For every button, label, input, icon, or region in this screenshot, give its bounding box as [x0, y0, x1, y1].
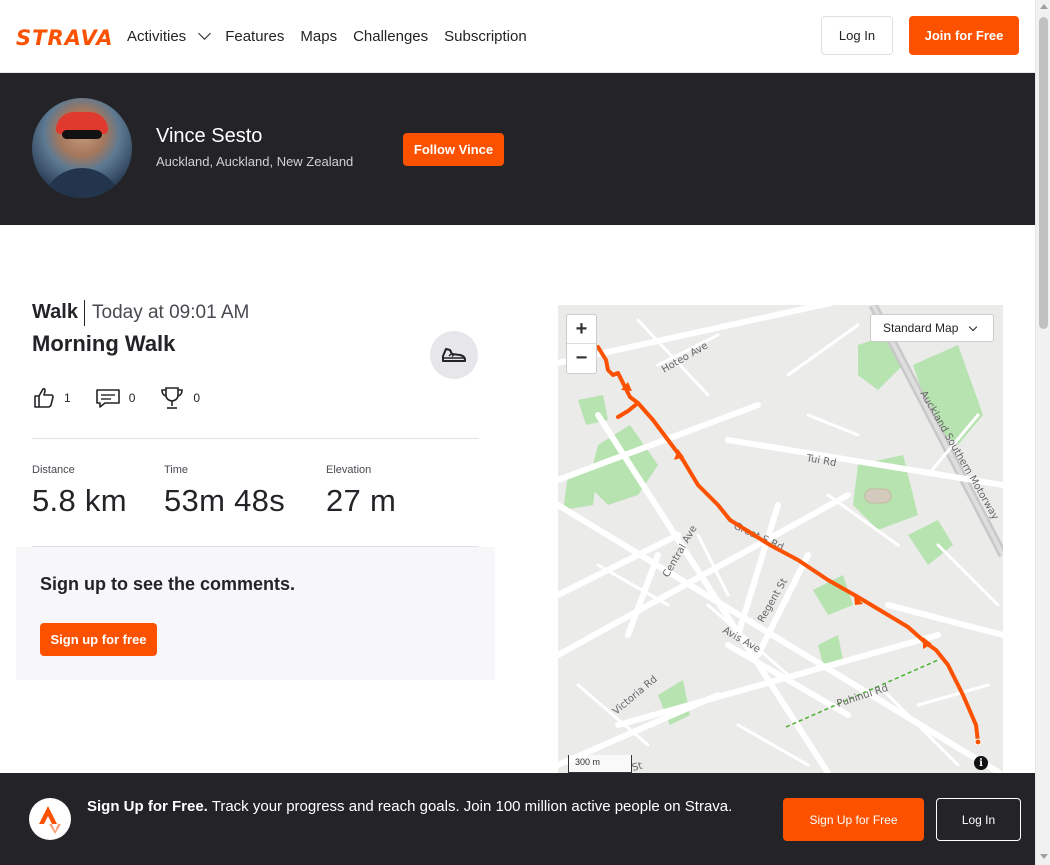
map-style-dropdown[interactable]: Standard Map	[870, 314, 994, 342]
zoom-in-button[interactable]: +	[567, 315, 596, 344]
achievements-count: 0	[193, 391, 201, 405]
signup-banner: Sign Up for Free. Track your progress an…	[0, 773, 1035, 865]
chevron-down-icon	[198, 27, 212, 40]
scrollbar[interactable]	[1035, 0, 1050, 865]
athlete-name[interactable]: Vince Sesto	[156, 125, 262, 148]
page: STRAVA Activities Features Maps Challeng…	[0, 0, 1050, 865]
achievements-button[interactable]: 0	[159, 385, 200, 411]
strava-logo[interactable]: STRAVA	[16, 26, 114, 50]
map-info-icon[interactable]: i	[974, 756, 988, 770]
stat-value: 5.8 km	[32, 483, 127, 518]
banner-body: Track your progress and reach goals. Joi…	[207, 798, 733, 815]
chevron-down-icon	[969, 322, 978, 331]
stat-value: 53m 48s	[164, 483, 285, 518]
kudos-button[interactable]: 1	[32, 386, 71, 410]
top-nav: STRAVA Activities Features Maps Challeng…	[0, 0, 1035, 73]
nav-item-subscription[interactable]: Subscription	[444, 28, 527, 45]
comments-signup-panel: Sign up to see the comments. Sign up for…	[16, 547, 495, 680]
map-style-label: Standard Map	[883, 321, 959, 335]
nav-links: Activities Features Maps Challenges Subs…	[127, 0, 527, 72]
kudos-count: 1	[64, 391, 71, 405]
social-stats: 1 0 0	[32, 384, 224, 412]
comment-icon	[95, 389, 120, 408]
athlete-location: Auckland, Auckland, New Zealand	[156, 154, 354, 169]
route-map[interactable]: Hoteo Ave Auckland Southern Motorway Tui…	[558, 305, 1003, 773]
signup-for-free-button[interactable]: Sign up for free	[40, 623, 157, 656]
activity-title: Morning Walk	[32, 331, 176, 356]
comments-button[interactable]: 0	[95, 386, 136, 410]
nav-item-activities[interactable]: Activities	[127, 27, 212, 45]
avatar[interactable]	[32, 98, 132, 198]
stat-value: 27 m	[326, 483, 397, 518]
nav-item-label: Challenges	[353, 27, 429, 45]
scroll-up-arrow-icon[interactable]	[1040, 4, 1048, 9]
banner-headline: Sign Up for Free.	[87, 798, 208, 815]
athlete-header: Vince Sesto Auckland, Auckland, New Zeal…	[0, 73, 1035, 225]
join-button[interactable]: Join for Free	[909, 16, 1019, 55]
stat-elevation: Elevation 27 m	[326, 464, 396, 519]
nav-item-label: Activities	[127, 27, 187, 45]
follow-button[interactable]: Follow Vince	[403, 133, 504, 166]
stat-label: Time	[164, 464, 189, 476]
login-button[interactable]: Log In	[821, 16, 893, 55]
comments-count: 0	[128, 391, 136, 405]
strava-logo-icon	[29, 798, 71, 840]
stat-distance: Distance 5.8 km	[32, 464, 127, 519]
zoom-out-button[interactable]: −	[567, 344, 596, 373]
map-canvas[interactable]: Hoteo Ave Auckland Southern Motorway Tui…	[558, 305, 1003, 773]
map-scale: 300 m	[568, 755, 632, 773]
banner-login-button[interactable]: Log In	[936, 798, 1021, 841]
stat-label: Distance	[32, 464, 75, 476]
stat-time: Time 53m 48s	[164, 464, 285, 519]
trophy-icon	[161, 387, 184, 409]
divider	[84, 300, 85, 326]
activity-datetime: Today at 09:01 AM	[92, 302, 250, 323]
scroll-down-arrow-icon[interactable]	[1040, 854, 1048, 859]
nav-item-label: Maps	[300, 27, 338, 45]
banner-text: Sign Up for Free. Track your progress an…	[87, 796, 757, 818]
banner-signup-button[interactable]: Sign Up for Free	[783, 798, 924, 841]
scroll-thumb[interactable]	[1039, 17, 1048, 329]
shoe-icon	[442, 348, 466, 362]
sport-type-badge	[430, 331, 478, 379]
nav-item-label: Subscription	[444, 27, 527, 45]
nav-item-features[interactable]: Features	[225, 28, 284, 45]
comments-title: Sign up to see the comments.	[40, 574, 296, 594]
stat-label: Elevation	[326, 464, 372, 476]
zoom-control: + −	[566, 314, 597, 374]
nav-item-label: Features	[225, 27, 285, 45]
thumbs-up-icon	[34, 387, 54, 408]
divider	[32, 438, 479, 439]
activity-type: Walk	[32, 301, 78, 323]
nav-item-maps[interactable]: Maps	[300, 28, 337, 45]
nav-item-challenges[interactable]: Challenges	[353, 28, 428, 45]
